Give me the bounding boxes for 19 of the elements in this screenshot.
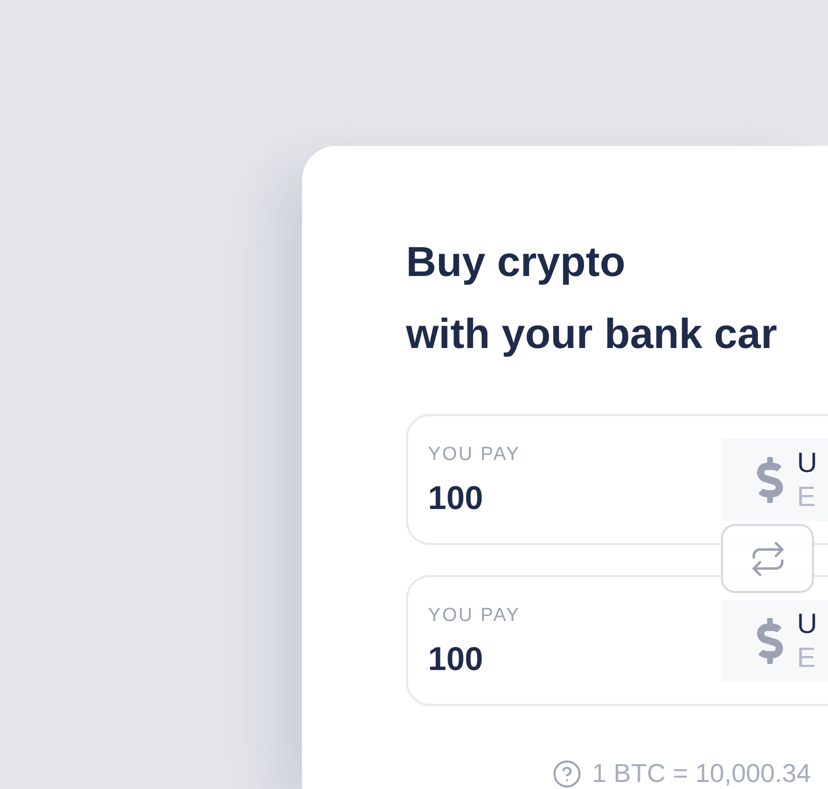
- currency-selector[interactable]: U E: [721, 600, 828, 682]
- amount-field[interactable]: YOU PAY 100 U E: [406, 575, 828, 706]
- currency-name: E: [797, 480, 817, 514]
- currency-selector[interactable]: U E: [721, 438, 828, 520]
- dollar-icon: [757, 456, 783, 502]
- heading-line: Buy crypto: [406, 237, 626, 287]
- exchange-rate: 1 BTC = 10,000.34: [592, 757, 811, 789]
- currency-code: U: [797, 606, 818, 640]
- dollar-icon: [757, 618, 783, 664]
- currency-code: U: [797, 446, 818, 480]
- amount-field[interactable]: YOU PAY 100 U E: [406, 414, 828, 545]
- field-label: YOU PAY: [428, 442, 520, 466]
- heading-line: with your bank car: [406, 309, 778, 359]
- amount-value: 100: [428, 640, 484, 678]
- field-label: YOU PAY: [428, 604, 520, 628]
- amount-value: 100: [428, 478, 484, 516]
- currency-name: E: [797, 640, 817, 674]
- swap-button[interactable]: [721, 524, 814, 593]
- help-icon[interactable]: [552, 758, 582, 788]
